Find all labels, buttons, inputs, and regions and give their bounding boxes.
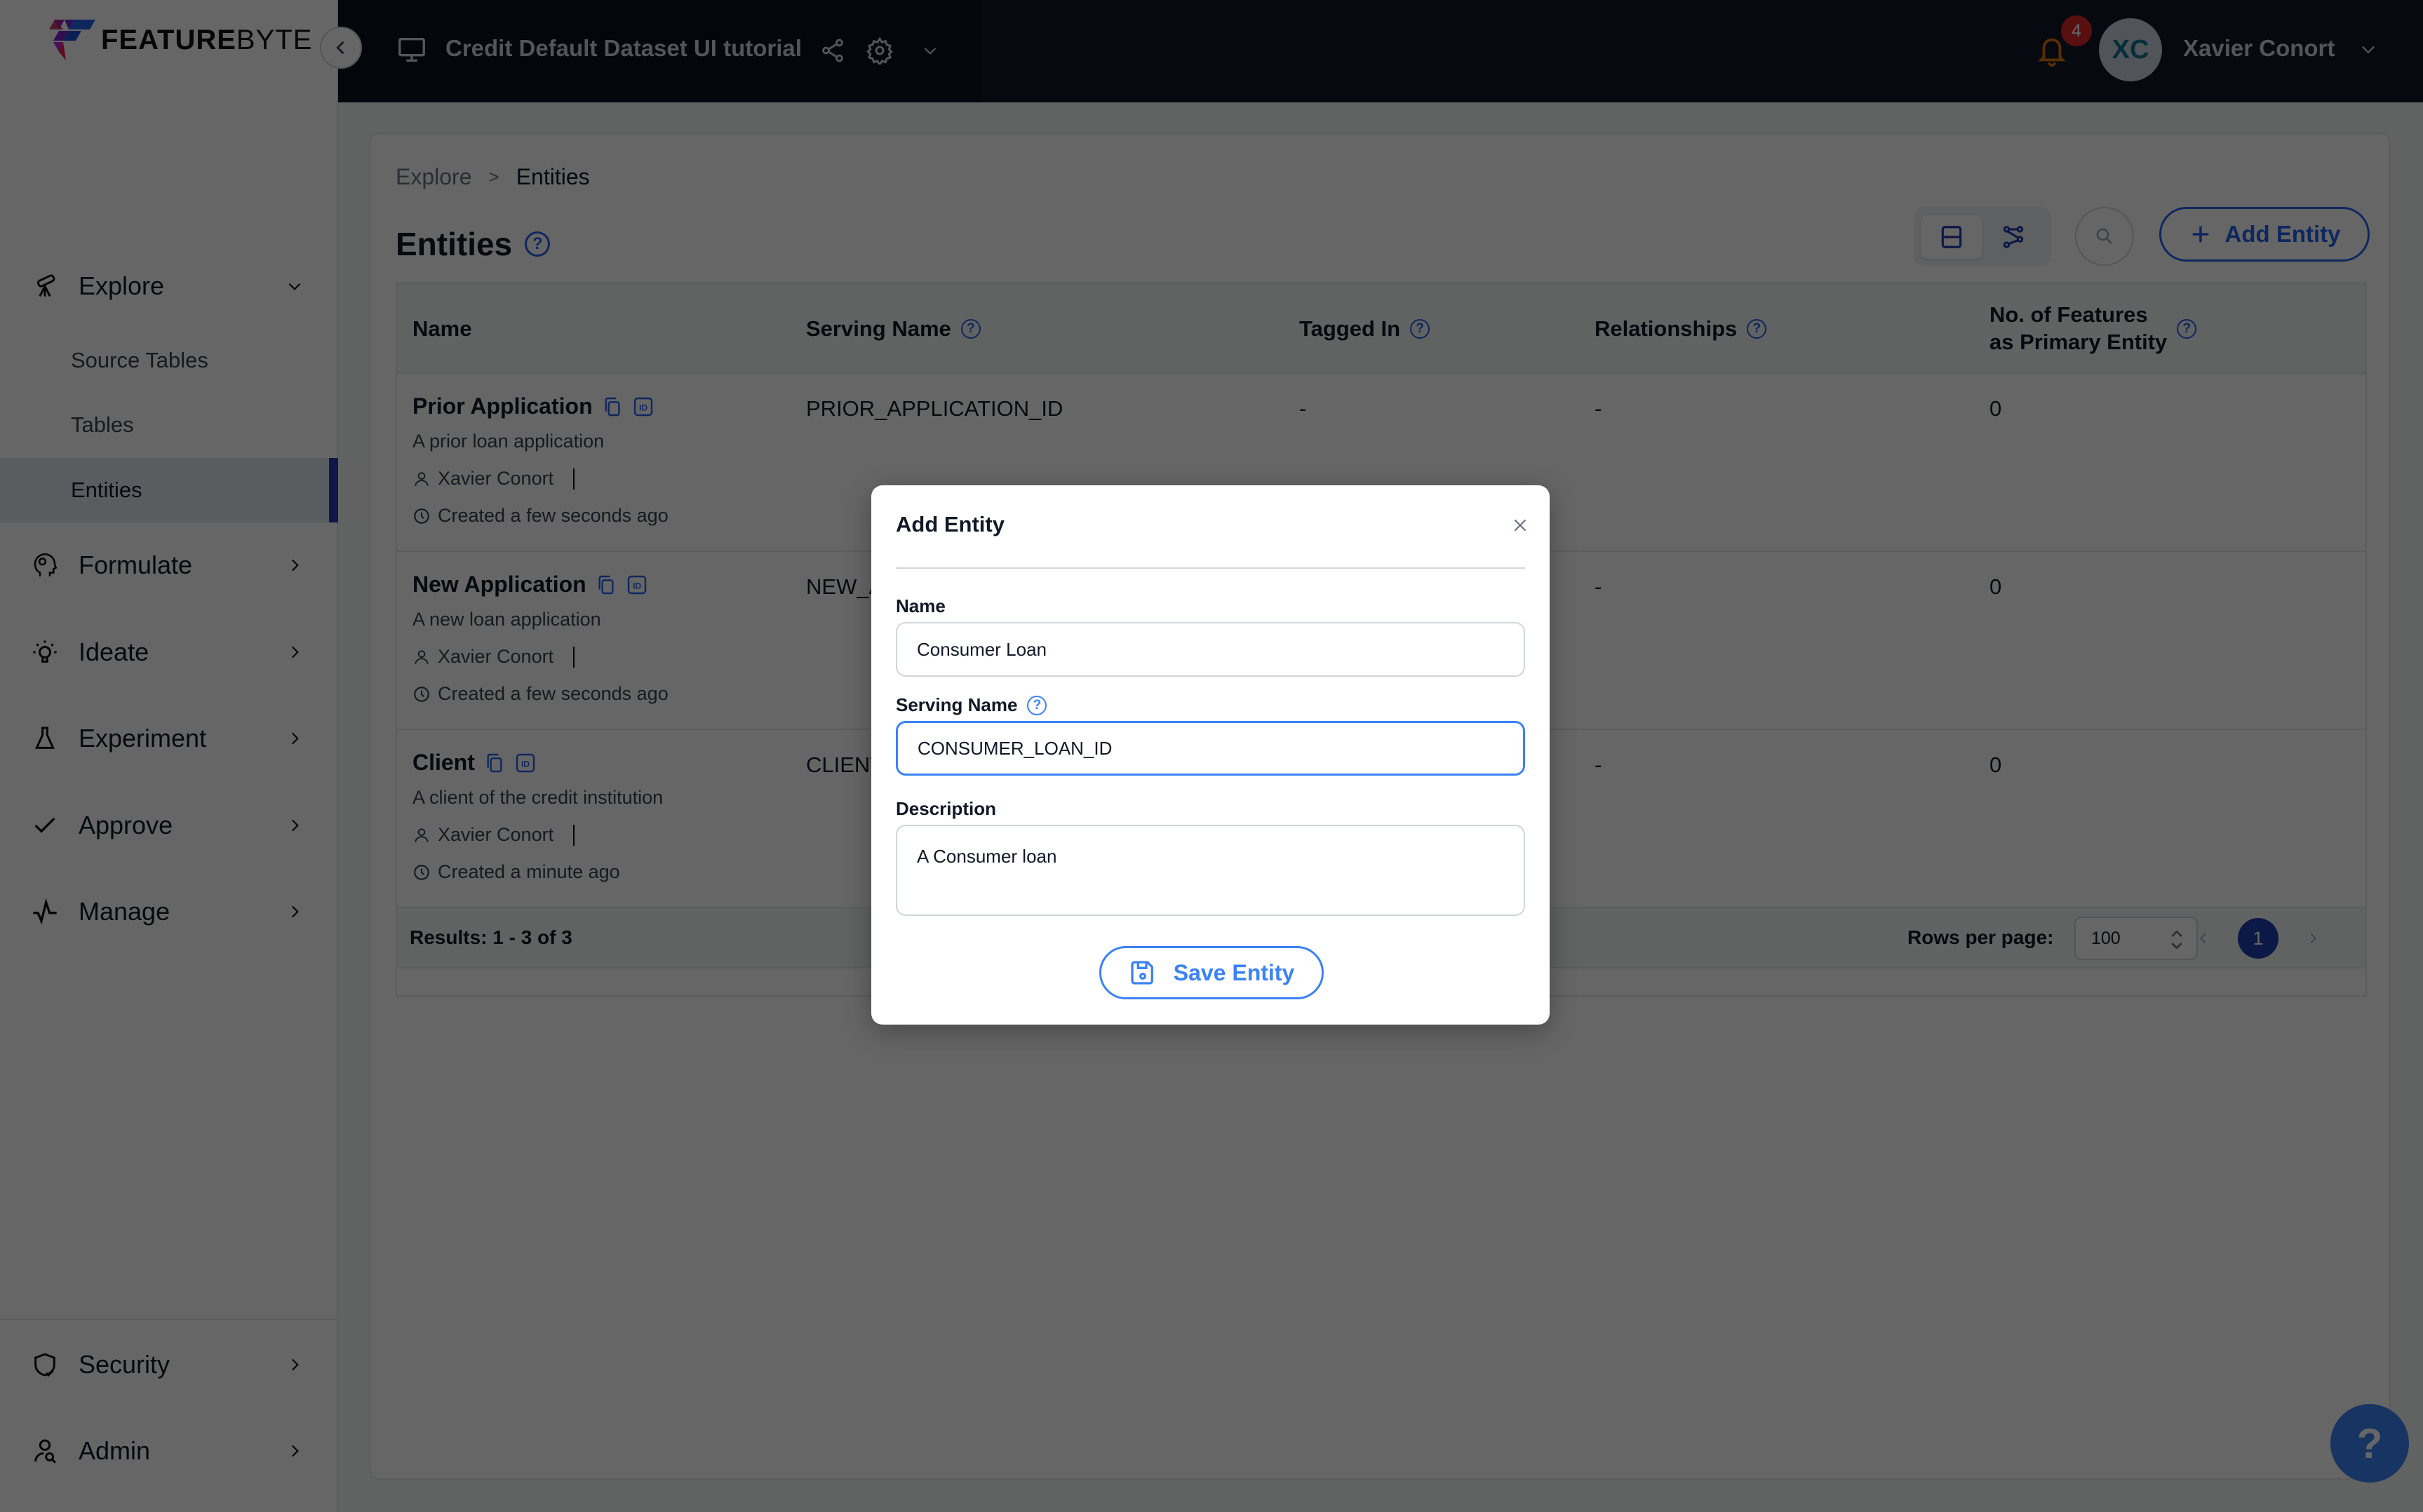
description-textarea[interactable]: A Consumer loan (896, 825, 1525, 916)
floppy-disk-icon (1131, 961, 1153, 985)
name-input[interactable] (896, 622, 1525, 677)
description-label: Description (896, 798, 996, 820)
name-label: Name (896, 595, 946, 617)
serving-name-label-text: Serving Name (896, 694, 1018, 715)
dialog-divider (896, 567, 1525, 569)
help-circle-icon[interactable]: ? (1027, 695, 1047, 715)
close-button[interactable] (1508, 513, 1532, 537)
name-label-text: Name (896, 595, 946, 616)
serving-name-label: Serving Name ? (896, 694, 1047, 716)
description-label-text: Description (896, 798, 997, 819)
save-entity-button[interactable]: Save Entity (1099, 946, 1324, 999)
dialog-title: Add Entity (896, 512, 1005, 536)
close-icon (1514, 519, 1526, 532)
save-entity-label: Save Entity (1173, 959, 1295, 985)
add-entity-dialog: Add Entity Name Serving Name ? Descripti… (871, 485, 1550, 1025)
serving-name-input[interactable] (896, 721, 1525, 776)
